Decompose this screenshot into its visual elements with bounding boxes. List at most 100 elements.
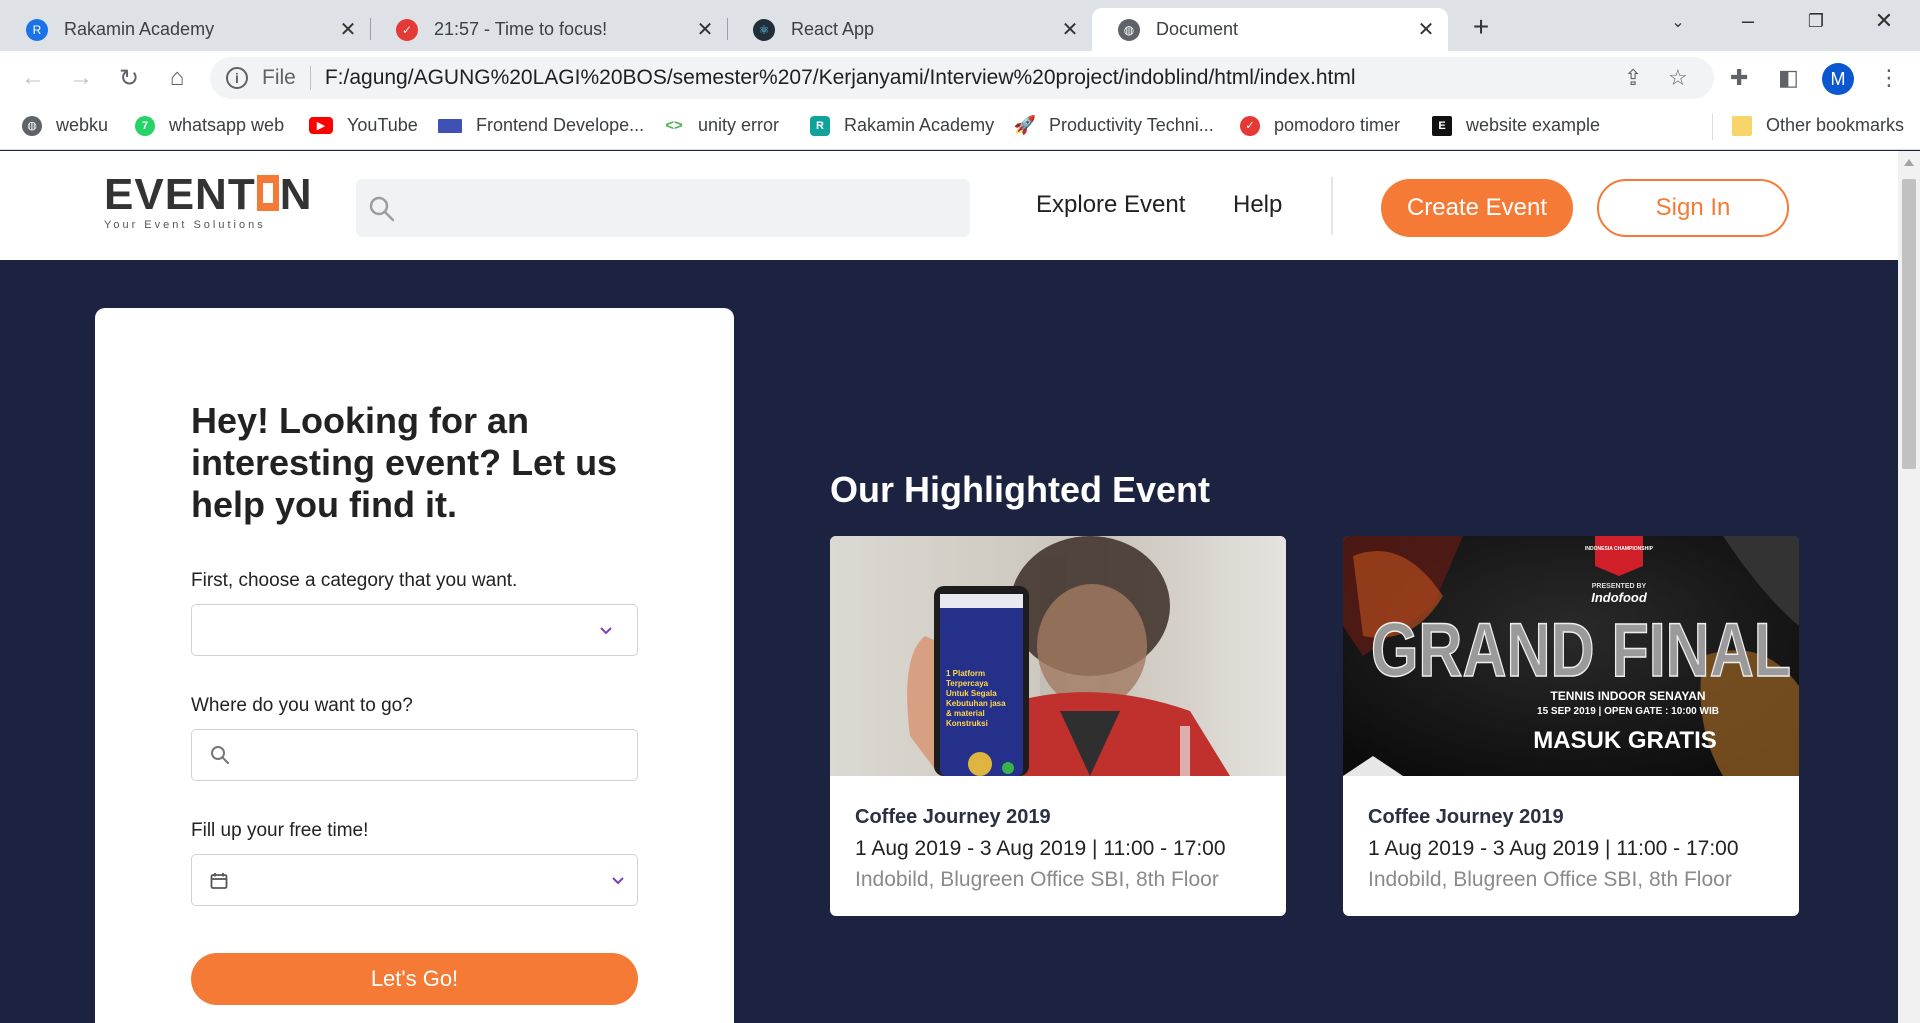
pomodoro-icon: ✓ xyxy=(396,18,418,41)
phone-line: & material xyxy=(946,709,985,718)
share-icon[interactable]: ⇪ xyxy=(1624,65,1642,91)
finder-heading: Hey! Looking for an interesting event? L… xyxy=(191,400,618,525)
close-icon[interactable]: ✕ xyxy=(1416,17,1436,42)
browser-tabstrip: R Rakamin Academy ✕ ✓ 21:57 - Time to fo… xyxy=(0,0,1920,51)
close-icon[interactable]: ✕ xyxy=(1060,17,1080,42)
reload-icon[interactable]: ↻ xyxy=(114,63,144,93)
menu-icon[interactable]: ⋮ xyxy=(1878,65,1900,91)
category-select[interactable] xyxy=(191,604,638,656)
close-icon[interactable]: ✕ xyxy=(338,17,358,42)
window-close-icon[interactable]: ✕ xyxy=(1864,8,1904,34)
react-icon: ⚛ xyxy=(753,18,775,41)
event-date: 1 Aug 2019 - 3 Aug 2019 | 11:00 - 17:00 xyxy=(855,837,1226,860)
bookmark-unity-error[interactable]: <> unity error xyxy=(664,115,779,136)
phone-line: Kebutuhan jasa xyxy=(946,699,1006,708)
minimize-icon[interactable]: – xyxy=(1728,8,1768,34)
location-label: Where do you want to go? xyxy=(191,695,413,716)
poster-venue: TENNIS INDOOR SENAYAN xyxy=(1550,689,1705,703)
rakamin-icon: R xyxy=(810,115,830,136)
tab-document[interactable]: ◍ Document ✕ xyxy=(1092,8,1448,51)
page-scrollbar[interactable] xyxy=(1898,151,1920,1023)
bookmark-productivity[interactable]: 🚀 Productivity Techni... xyxy=(1013,115,1214,136)
youtube-icon: ▶ xyxy=(309,117,333,134)
poster-headline: GRAND FINAL xyxy=(1371,608,1791,693)
chevron-down-icon xyxy=(600,627,612,635)
sign-in-button[interactable]: Sign In xyxy=(1597,179,1789,237)
e-icon: E xyxy=(1432,115,1452,136)
forward-icon[interactable]: → xyxy=(66,63,96,93)
date-select[interactable] xyxy=(191,854,638,906)
rocket-icon: 🚀 xyxy=(1013,115,1037,135)
event-name: Coffee Journey 2019 xyxy=(855,806,1051,828)
home-icon[interactable]: ⌂ xyxy=(162,63,192,93)
code-icon: <> xyxy=(665,117,683,134)
profile-avatar[interactable]: M xyxy=(1822,63,1854,95)
event-location: Indobild, Blugreen Office SBI, 8th Floor xyxy=(1368,868,1732,891)
bookmark-webku[interactable]: ◍ webku xyxy=(22,115,108,136)
poster-cta: MASUK GRATIS xyxy=(1533,727,1717,754)
tab-pomodoro[interactable]: ✓ 21:57 - Time to focus! ✕ xyxy=(370,8,728,51)
bookmark-whatsapp[interactable]: 7 whatsapp web xyxy=(135,115,284,136)
search-icon xyxy=(211,746,229,764)
phone-line: 1 Platform xyxy=(946,669,985,678)
restore-icon[interactable]: ❐ xyxy=(1796,11,1836,32)
location-input[interactable] xyxy=(191,729,638,781)
event-image: INDONESIA CHAMPIONSHIP PRESENTED BY Indo… xyxy=(1343,536,1799,776)
side-panel-icon[interactable]: ◧ xyxy=(1778,65,1799,91)
nav-help[interactable]: Help xyxy=(1233,191,1282,219)
poster-sponsor: Indofood xyxy=(1591,590,1648,605)
bookmarks-bar: ◍ webku 7 whatsapp web ▶ YouTube Frontend D… xyxy=(0,105,1920,150)
globe-icon: ◍ xyxy=(22,115,42,136)
rakamin-icon: R xyxy=(26,18,48,41)
poster-when: 15 SEP 2019 | OPEN GATE : 10:00 WIB xyxy=(1537,706,1719,717)
site-logo[interactable]: EVENT N Your Event Solutions xyxy=(104,173,312,232)
tab-react-app[interactable]: ⚛ React App ✕ xyxy=(727,8,1092,51)
info-icon[interactable]: i xyxy=(226,67,248,89)
address-bar[interactable]: i File F:/agung/AGUNG%20LAGI%20BOS/semes… xyxy=(210,57,1714,99)
logo-mark-icon xyxy=(256,175,279,211)
create-event-button[interactable]: Create Event xyxy=(1381,179,1573,237)
extensions-icon[interactable]: ✚ xyxy=(1730,65,1748,91)
page-viewport: EVENT N Your Event Solutions Explore Even… xyxy=(0,151,1898,1023)
new-tab-icon[interactable]: + xyxy=(1466,11,1496,43)
close-icon[interactable]: ✕ xyxy=(695,17,715,42)
bookmark-rakamin[interactable]: R Rakamin Academy xyxy=(810,115,994,136)
globe-icon: ◍ xyxy=(1118,18,1140,41)
event-card[interactable]: INDONESIA CHAMPIONSHIP PRESENTED BY Indo… xyxy=(1343,536,1799,916)
site-search-input[interactable] xyxy=(356,179,970,237)
calendar-icon xyxy=(210,873,228,889)
highlight-title: Our Highlighted Event xyxy=(830,469,1211,510)
search-icon xyxy=(369,196,395,222)
event-location: Indobild, Blugreen Office SBI, 8th Floor xyxy=(855,868,1219,891)
bookmark-star-icon[interactable]: ☆ xyxy=(1668,65,1688,91)
phone-line: Untuk Segala xyxy=(946,689,997,698)
poster-presented: PRESENTED BY xyxy=(1592,583,1647,590)
time-label: Fill up your free time! xyxy=(191,820,369,841)
site-header: EVENT N Your Event Solutions Explore Even… xyxy=(0,151,1898,260)
back-icon[interactable]: ← xyxy=(18,63,48,93)
phone-line: Terpercaya xyxy=(946,679,989,688)
phone-line: Konstruksi xyxy=(946,719,988,728)
tab-rakamin[interactable]: R Rakamin Academy ✕ xyxy=(0,8,371,51)
event-finder-card: Hey! Looking for an interesting event? L… xyxy=(95,308,734,1023)
bookmark-website-example[interactable]: Ewebsite example xyxy=(1432,115,1600,136)
category-label: First, choose a category that you want. xyxy=(191,570,518,591)
bookmark-frontend[interactable]: Frontend Develope... xyxy=(438,115,644,136)
folder-icon xyxy=(1732,115,1752,136)
event-date: 1 Aug 2019 - 3 Aug 2019 | 11:00 - 17:00 xyxy=(1368,837,1739,860)
event-card[interactable]: 1 Platform Terpercaya Untuk Segala Kebutuha… xyxy=(830,536,1286,916)
frontend-icon xyxy=(438,118,462,133)
whatsapp-icon: 7 xyxy=(135,115,155,136)
bookmark-youtube[interactable]: ▶ YouTube xyxy=(309,115,418,136)
url-text[interactable]: F:/agung/AGUNG%20LAGI%20BOS/semester%207… xyxy=(325,66,1356,90)
bookmark-pomodoro[interactable]: ✓ pomodoro timer xyxy=(1240,115,1400,136)
bookmark-other[interactable]: Other bookmarks xyxy=(1732,115,1904,136)
scrollbar-thumb[interactable] xyxy=(1902,179,1916,469)
tab-search-icon[interactable]: ⌄ xyxy=(1658,12,1698,32)
lets-go-button[interactable]: Let's Go! xyxy=(191,953,638,1005)
browser-toolbar: ← → ↻ ⌂ i File F:/agung/AGUNG%20LAGI%20B… xyxy=(0,51,1920,105)
event-image: 1 Platform Terpercaya Untuk Segala Kebutuha… xyxy=(830,536,1286,776)
pomodoro-icon: ✓ xyxy=(1240,115,1260,136)
nav-explore-event[interactable]: Explore Event xyxy=(1036,191,1185,219)
scroll-up-icon[interactable] xyxy=(1904,159,1914,166)
